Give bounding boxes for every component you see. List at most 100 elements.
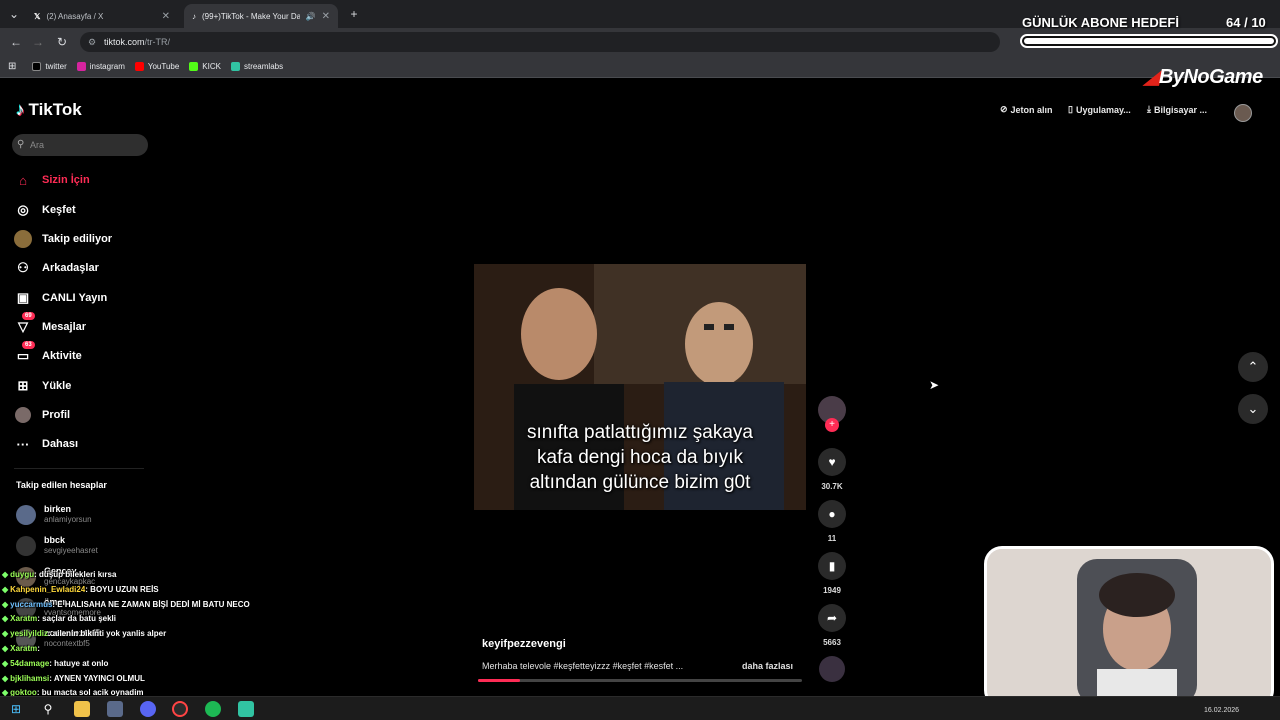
nav-label: Profil [42, 409, 71, 421]
nav-more[interactable]: ··· Dahası [14, 434, 79, 454]
chat-badge-icon: ◆ [2, 629, 9, 639]
spotify-icon[interactable] [205, 701, 221, 717]
goal-current: 64 [1226, 15, 1241, 30]
goal-total: / 10 [1244, 15, 1266, 30]
tab-tiktok[interactable]: ♪ (99+)TikTok - Make Your Da 🔊 ✕ [184, 4, 338, 28]
compass-icon: ◎ [17, 202, 29, 217]
forward-button[interactable]: → [30, 34, 46, 50]
file-explorer-icon[interactable] [74, 701, 90, 717]
streamlabs-icon[interactable] [238, 701, 254, 717]
brand-text: ByNoGame [1158, 66, 1263, 88]
nav-explore[interactable]: ◎ Keşfet [14, 200, 75, 220]
chat-username: duygu [10, 570, 35, 579]
close-icon[interactable]: ✕ [162, 11, 170, 22]
bookmark-streamlabs[interactable]: streamlabs [230, 62, 283, 71]
caption-line: altından gülünce bizim g0t [529, 472, 751, 493]
app-icon[interactable] [107, 701, 123, 717]
chevron-up-icon: ⌃ [1247, 359, 1259, 374]
nav-label: Takip ediliyor [42, 233, 113, 245]
chat-username: Xaratm [10, 643, 38, 653]
share-button[interactable]: ➦ 5663 [818, 604, 846, 647]
save-button[interactable]: ▮ 1949 [818, 552, 846, 595]
chat-message: ◆ 54damage: hatuye at onlo [2, 657, 322, 672]
bookmark-instagram[interactable]: instagram [76, 62, 125, 71]
url-field[interactable]: ⚙ tiktok.com/tr-TR/ [80, 32, 1000, 52]
user-avatar[interactable] [1234, 104, 1252, 122]
get-app-button[interactable]: ▯ Uygulamay... [1068, 104, 1131, 115]
new-tab-button[interactable]: + [346, 6, 362, 22]
music-disc-button[interactable] [818, 656, 846, 682]
goal-progress-bar [1020, 34, 1278, 48]
apps-grid-icon[interactable]: ⊞ [8, 61, 16, 72]
upload-icon: ⊞ [17, 378, 29, 393]
see-more-link[interactable]: daha fazlası [742, 661, 793, 671]
following-section-title: Takip edilen hesaplar [16, 480, 107, 490]
tiktok-logo[interactable]: ♪ TikTok [16, 100, 82, 120]
chat-username: 54damage [10, 658, 50, 668]
action-label: Uygulamay... [1075, 104, 1131, 115]
nav-for-you[interactable]: ⌂ Sizin İçin [14, 170, 90, 190]
avatar [16, 535, 36, 556]
nav-messages[interactable]: ▽ 69 Mesajlar [14, 312, 87, 337]
discord-icon[interactable] [140, 701, 156, 717]
speaker-icon[interactable]: 🔊 [306, 12, 316, 21]
chat-message: ◆ yesilyildiz: ailenin bikinti yok yanlis… [2, 627, 322, 642]
divider [14, 468, 144, 469]
comment-button[interactable]: ● 11 [818, 500, 846, 543]
get-coins-button[interactable]: ⊘ Jeton alın [1000, 104, 1053, 115]
goal-counter: 64 / 10 [1226, 15, 1266, 30]
next-video-button[interactable]: ⌄ [1238, 394, 1268, 424]
tab-twitter[interactable]: 𝕏 (2) Anasayfa / X ✕ [26, 4, 178, 28]
previous-video-button[interactable]: ⌃ [1238, 352, 1268, 382]
search-input[interactable]: ⚲ Ara [12, 134, 148, 156]
chat-username: Kahpenin_Ewladi24 [10, 584, 86, 594]
nav-friends[interactable]: ⚇ Arkadaşlar [14, 258, 99, 278]
following-account[interactable]: birken anlamiyorsun [16, 504, 92, 525]
chrome-icon[interactable] [172, 701, 188, 717]
download-icon: ⤓ [1147, 104, 1151, 114]
nav-label: Mesajlar [42, 321, 87, 333]
nav-upload[interactable]: ⊞ Yükle [14, 376, 72, 396]
account-username: anlamiyorsun [44, 515, 92, 524]
profile-icon [14, 406, 32, 424]
back-button[interactable]: ← [8, 34, 24, 50]
reload-button[interactable]: ↻ [54, 34, 70, 50]
like-button[interactable]: ♥ 30.7K [818, 448, 846, 491]
webcam-overlay [984, 546, 1274, 708]
chat-badge-icon: ◆ [2, 570, 9, 579]
nav-following[interactable]: Takip ediliyor [14, 229, 112, 249]
creator-avatar-button[interactable]: + [818, 396, 846, 432]
tab-search-icon[interactable]: ⌄ [6, 6, 22, 22]
following-account[interactable]: bbck sevgiyeehasret [16, 535, 98, 556]
follow-plus-icon[interactable]: + [825, 418, 839, 432]
desktop-app-button[interactable]: ⤓ Bilgisayar ... [1147, 104, 1207, 115]
site-info-icon[interactable]: ⚙ [88, 32, 96, 52]
close-icon[interactable]: ✕ [322, 11, 330, 22]
chat-username: yuccarmus [10, 599, 53, 609]
goal-progress-fill [1024, 38, 1274, 44]
video-author[interactable]: keyifpezzevengi [482, 638, 566, 650]
action-label: Jeton alın [1010, 104, 1053, 115]
chat-text: : ailenin bikinti yok yanlis alper [47, 629, 167, 639]
comment-count: 11 [827, 534, 837, 543]
chat-message: ◆ duygu: düşüp bilekleri kırsa [2, 568, 322, 583]
video-player[interactable]: sınıfta patlattığımız şakaya kafa dengi … [474, 264, 806, 510]
nav-activity[interactable]: ▭ 63 Aktivite [14, 341, 82, 366]
windows-start-icon[interactable]: ⊞ [8, 701, 24, 717]
phone-icon: ▯ [1068, 104, 1073, 114]
streamlabs-icon [230, 62, 240, 71]
nav-live[interactable]: ▣ CANLI Yayın [14, 288, 107, 308]
bookmark-kick[interactable]: KICK [189, 62, 221, 71]
bookmark-youtube[interactable]: YouTube [134, 62, 179, 71]
chat-message: ◆ bjklihamsi: AYNEN YAYINCI OLMUL [2, 672, 322, 687]
video-progress-bar[interactable] [478, 679, 802, 682]
chat-message: ◆ Xaratm: [2, 642, 322, 657]
youtube-icon [134, 62, 144, 71]
stream-chat: ◆ duygu: düşüp bilekleri kırsa ◆ Kahpenin_E… [2, 568, 322, 701]
bookmark-twitter[interactable]: twitter [32, 62, 67, 71]
search-icon[interactable]: ⚲ [40, 701, 56, 717]
nav-profile[interactable]: Profil [14, 405, 70, 425]
video-progress-fill [478, 679, 521, 682]
share-count: 5663 [823, 638, 841, 647]
avatar [16, 504, 36, 525]
